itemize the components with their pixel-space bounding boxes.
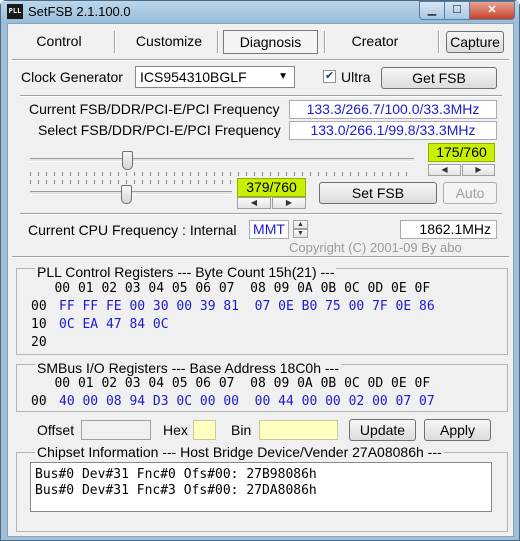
maximize-button[interactable]: ☐ [444,1,470,20]
current-frequency-label: Current FSB/DDR/PCI-E/PCI Frequency [29,101,280,117]
select-frequency-label: Select FSB/DDR/PCI-E/PCI Frequency [38,122,281,138]
minimize-button[interactable]: ▁ [419,1,445,20]
offset-field[interactable] [81,420,151,440]
upper-slider-thumb[interactable] [121,151,133,170]
clock-generator-value: ICS954310BGLF [140,69,247,85]
cpu-mode-value: MMT [249,220,289,239]
smbus-row-address: 00 [31,394,47,409]
clock-generator-label: Clock Generator [21,69,123,85]
chevron-down-icon: ▼ [278,71,288,82]
ultra-checkbox[interactable]: ✔ [323,70,336,83]
upper-slider-increment[interactable]: ▶ [462,164,495,176]
bin-field[interactable] [259,420,338,440]
tab-control[interactable]: Control [16,30,102,54]
app-icon: PLL [7,4,23,19]
pll-row-bytes[interactable]: 0C EA 47 84 0C [59,317,169,332]
upper-slider-value: 175/760 [428,143,495,162]
hex-field[interactable] [193,420,216,440]
smbus-registers-title: SMBus I/O Registers --- Base Address 18C… [35,360,341,376]
set-fsb-button[interactable]: Set FSB [319,182,437,204]
lower-slider-decrement[interactable]: ◀ [237,197,271,209]
smbus-row-bytes[interactable]: 40 00 08 94 D3 0C 00 00 00 44 00 00 02 0… [59,394,435,409]
lower-slider-thumb[interactable] [121,185,133,204]
divider [20,213,502,215]
pll-registers-title: PLL Control Registers --- Byte Count 15h… [35,264,337,280]
offset-label: Offset [37,422,75,438]
select-frequency-value: 133.0/266.1/99.8/33.3MHz [289,121,497,140]
tab-separator [217,31,219,53]
ultra-label: Ultra [341,69,371,85]
chipset-info-line: Bus#0 Dev#31 Fnc#3 Ofs#00: 27DA8086h [35,483,317,498]
tab-creator[interactable]: Creator [330,30,420,54]
current-frequency-value: 133.3/266.7/100.0/33.3MHz [289,100,497,119]
capture-button[interactable]: Capture [446,31,504,53]
bin-label: Bin [231,422,252,438]
cpu-frequency-value: 1862.1MHz [400,220,497,239]
pll-column-header: 00 01 02 03 04 05 06 07 08 09 0A 0B 0C 0… [31,281,431,296]
mode-down-icon[interactable]: ▼ [293,229,308,238]
divider [12,256,509,258]
clock-generator-select[interactable]: ICS954310BGLF ▼ [135,66,295,88]
auto-button[interactable]: Auto [443,182,497,204]
cpu-frequency-label: Current CPU Frequency : Internal [28,222,237,238]
chipset-info-textarea[interactable]: Bus#0 Dev#31 Fnc#0 Ofs#00: 27B98086h Bus… [30,462,492,512]
upper-slider-ticks [30,172,414,176]
copyright-text: Copyright (C) 2001-09 By abo [289,240,462,255]
chipset-info-title: Chipset Information --- Host Bridge Devi… [35,444,444,460]
pll-row-bytes[interactable]: FF FF FE 00 30 00 39 81 07 0E B0 75 00 7… [59,299,435,314]
update-button[interactable]: Update [349,419,416,441]
client-area: Control Customize Diagnosis Creator Capt… [7,23,514,537]
pll-row-address: 10 [31,317,47,332]
chipset-info-line: Bus#0 Dev#31 Fnc#0 Ofs#00: 27B98086h [35,467,317,482]
smbus-column-header: 00 01 02 03 04 05 06 07 08 09 0A 0B 0C 0… [31,376,431,391]
pll-row-address: 00 [31,299,47,314]
divider [12,59,509,61]
pll-row-address: 20 [31,335,47,350]
lower-slider-value: 379/760 [237,178,306,197]
tab-separator [324,31,326,53]
title-bar[interactable]: PLL SetFSB 2.1.100.0 ▁ ☐ ✕ [1,1,519,23]
window-title: SetFSB 2.1.100.0 [28,4,131,19]
upper-slider-track[interactable] [30,158,414,162]
close-button[interactable]: ✕ [469,1,515,20]
tab-separator [114,31,116,53]
lower-slider-increment[interactable]: ▶ [272,197,306,209]
get-fsb-button[interactable]: Get FSB [381,67,497,89]
tab-separator [438,31,440,53]
tab-diagnosis[interactable]: Diagnosis [223,30,318,54]
lower-slider-ticks [30,180,232,184]
apply-button[interactable]: Apply [424,419,491,441]
divider [20,95,502,97]
hex-label: Hex [163,422,188,438]
mode-up-icon[interactable]: ▲ [293,220,308,229]
upper-slider-decrement[interactable]: ◀ [428,164,461,176]
tab-customize[interactable]: Customize [121,30,217,54]
app-window: PLL SetFSB 2.1.100.0 ▁ ☐ ✕ Control Custo… [0,0,520,541]
